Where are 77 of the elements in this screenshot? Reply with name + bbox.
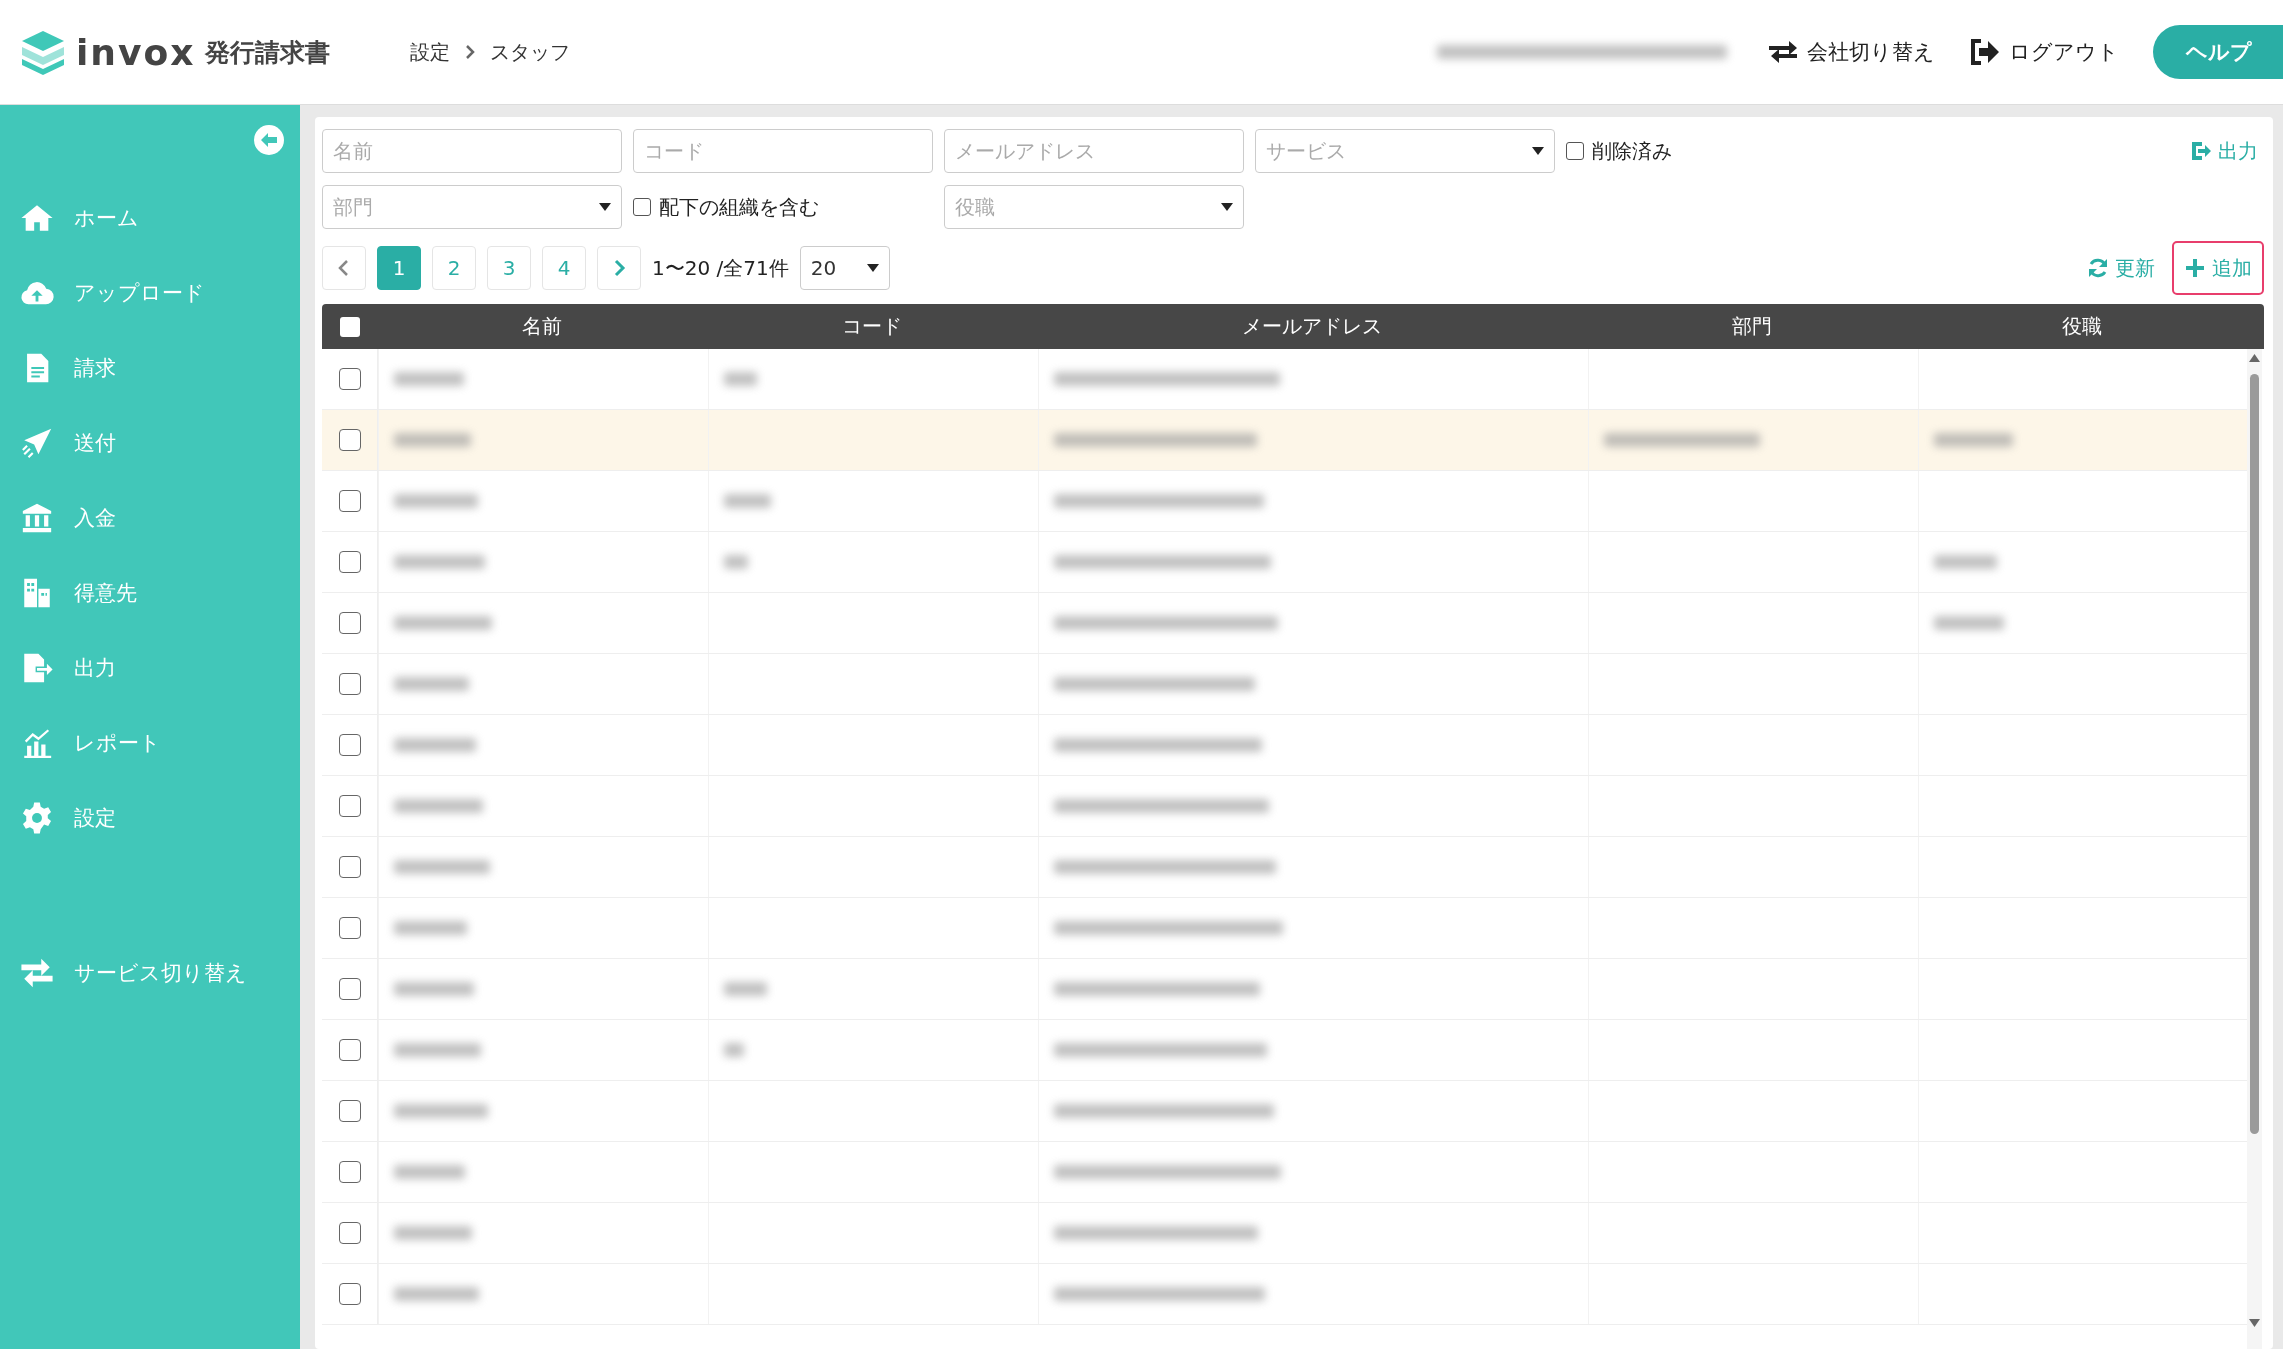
add-button[interactable]: 追加 <box>2172 241 2264 295</box>
service-dropdown[interactable]: サービス <box>1255 129 1555 173</box>
sidebar-item[interactable]: レポート <box>0 705 300 780</box>
sidebar-item[interactable]: 送付 <box>0 405 300 480</box>
logo-icon <box>20 29 66 75</box>
sidebar-item[interactable]: 請求 <box>0 330 300 405</box>
department-dropdown[interactable]: 部門 <box>322 185 622 229</box>
checkbox-label: 配下の組織を含む <box>659 193 819 221</box>
logo-text: invox <box>76 31 196 73</box>
row-checkbox[interactable] <box>338 673 361 695</box>
sidebar-item[interactable]: 設定 <box>0 780 300 855</box>
page-button[interactable]: 2 <box>432 246 476 290</box>
sidebar-item[interactable]: ホーム <box>0 180 300 255</box>
sidebar-item[interactable]: 得意先 <box>0 555 300 630</box>
select-all-checkbox[interactable] <box>339 316 360 337</box>
row-checkbox[interactable] <box>338 612 361 634</box>
row-checkbox[interactable] <box>338 856 361 878</box>
caret-icon <box>1221 203 1233 211</box>
column-header[interactable]: 名前 <box>522 314 562 338</box>
row-checkbox[interactable] <box>338 734 361 756</box>
swap-arrows-icon <box>1767 38 1799 66</box>
page-button[interactable]: 3 <box>487 246 531 290</box>
sidebar-item[interactable]: アップロード <box>0 255 300 330</box>
code-field[interactable]: コード <box>633 129 933 173</box>
page-size-dropdown[interactable]: 20 <box>799 246 890 290</box>
export-link[interactable]: 出力 <box>2184 133 2264 169</box>
row-checkbox[interactable] <box>338 551 361 573</box>
caret-icon <box>599 203 611 211</box>
scroll-down-arrow-icon[interactable] <box>2249 1319 2260 1327</box>
sidebar-item[interactable]: 出力 <box>0 630 300 705</box>
caret-icon <box>866 264 879 272</box>
logout-link[interactable]: ログアウト <box>1969 38 2119 66</box>
scrollbar[interactable] <box>2247 349 2262 1349</box>
chevron-right-icon <box>464 44 477 60</box>
caret-icon <box>1532 147 1544 155</box>
breadcrumb-item: スタッフ <box>490 38 571 66</box>
include-sub-checkbox[interactable] <box>633 198 651 216</box>
row-checkbox[interactable] <box>338 1039 361 1061</box>
row-checkbox[interactable] <box>338 795 361 817</box>
row-checkbox[interactable] <box>338 978 361 1000</box>
refresh-button[interactable]: 更新 <box>2081 250 2161 286</box>
product-name: 発行請求書 <box>205 36 331 69</box>
previous-page-button[interactable] <box>322 246 366 290</box>
switch-company-link[interactable]: 会社切り替え <box>1767 38 1935 66</box>
role-dropdown[interactable]: 役職 <box>944 185 1244 229</box>
deleted-checkbox[interactable] <box>1566 142 1584 160</box>
name-field[interactable]: 名前 <box>322 129 622 173</box>
row-checkbox[interactable] <box>338 368 361 390</box>
gear-icon <box>20 800 54 835</box>
page-button[interactable]: 4 <box>542 246 586 290</box>
column-header[interactable]: 役職 <box>2062 314 2102 338</box>
page-button[interactable]: 1 <box>377 246 421 290</box>
row-checkbox[interactable] <box>338 1222 361 1244</box>
row-checkbox[interactable] <box>338 1283 361 1305</box>
service-switch-item[interactable]: サービス切り替え <box>0 935 300 1010</box>
breadcrumb-item[interactable]: 設定 <box>410 38 451 66</box>
help-button[interactable]: ヘルプ <box>2153 25 2283 79</box>
column-header[interactable]: コード <box>842 314 902 338</box>
row-checkbox[interactable] <box>338 917 361 939</box>
scroll-up-arrow-icon[interactable] <box>2249 354 2260 362</box>
row-checkbox[interactable] <box>338 1161 361 1183</box>
plus-icon <box>2184 257 2206 279</box>
logout-icon <box>1969 38 2001 66</box>
export-icon <box>2190 140 2212 162</box>
result-count: 1〜20 /全71件 <box>652 254 789 282</box>
row-checkbox[interactable] <box>338 429 361 451</box>
email-field[interactable]: メールアドレス <box>944 129 1244 173</box>
chevron-left-icon <box>337 258 351 278</box>
chevron-right-icon <box>612 258 626 278</box>
next-page-button[interactable] <box>597 246 641 290</box>
checkbox-label: 削除済み <box>1592 137 1672 165</box>
sidebar-item[interactable]: 入金 <box>0 480 300 555</box>
row-checkbox[interactable] <box>338 1100 361 1122</box>
column-header[interactable]: 部門 <box>1732 314 1772 338</box>
column-header[interactable]: メールアドレス <box>1242 314 1382 338</box>
row-checkbox[interactable] <box>338 490 361 512</box>
refresh-icon <box>2087 257 2109 279</box>
